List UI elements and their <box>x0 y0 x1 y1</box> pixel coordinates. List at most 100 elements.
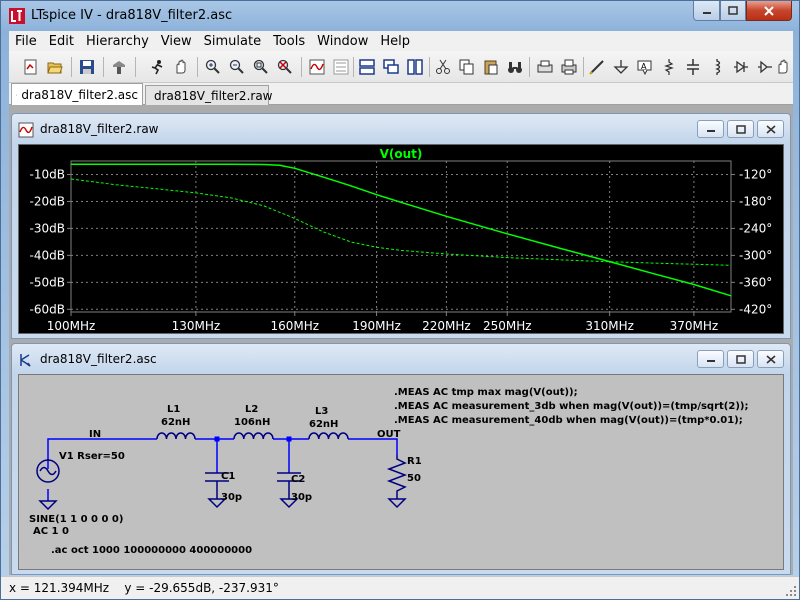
junction-dot <box>214 436 220 442</box>
x-tick-label: 100MHz <box>47 319 96 333</box>
zoom-fit-button[interactable] <box>251 56 271 78</box>
schematic-drawing: L1 62nH L2 106nH L3 62nH C1 30p C2 30p R… <box>29 387 748 556</box>
inductor-l3[interactable] <box>308 432 349 440</box>
zoom-in-button[interactable] <box>203 56 223 78</box>
zoom-fit-icon <box>253 59 268 74</box>
ground-button[interactable] <box>611 56 631 78</box>
diode-button[interactable] <box>731 56 751 78</box>
minimize-icon <box>706 130 715 132</box>
waveform-button[interactable] <box>307 56 327 78</box>
halt-button[interactable] <box>171 56 191 78</box>
plot-frame <box>70 160 732 313</box>
zoom-in-icon <box>205 59 220 74</box>
schematic-window-titlebar[interactable]: dra818V_filter2.asc <box>12 344 790 374</box>
y-right-tick-label: -180° <box>739 194 772 208</box>
y-right-tick-label: -240° <box>739 221 772 235</box>
run-button[interactable] <box>147 56 167 78</box>
ground-symbol <box>38 500 58 511</box>
y-left-tick-label: -20dB <box>30 194 65 208</box>
label-button[interactable]: A <box>635 56 655 78</box>
new-schematic-button[interactable] <box>21 56 41 78</box>
menu-edit[interactable]: Edit <box>43 34 80 49</box>
meas-directive-3[interactable]: .MEAS AC measurement_40db when mag(V(out… <box>394 415 743 426</box>
tile-horizontal-button[interactable] <box>357 56 377 78</box>
move-icon <box>778 59 788 74</box>
menu-hierarchy[interactable]: Hierarchy <box>80 34 155 49</box>
title-bar[interactable]: LTspice IV - dra818V_filter2.asc <box>1 1 799 31</box>
y-left-tick-label: -30dB <box>30 221 65 235</box>
y-right-tick-label: -360° <box>739 275 772 289</box>
tab-label: dra818V_filter2.raw <box>154 88 273 103</box>
trace-title: V(out) <box>380 147 423 161</box>
schematic-minimize-button[interactable] <box>697 350 724 368</box>
paste-icon <box>484 60 498 75</box>
maximize-icon <box>728 6 738 15</box>
move-button[interactable] <box>773 56 793 78</box>
waveform-close-button[interactable] <box>757 120 784 138</box>
menu-tools[interactable]: Tools <box>267 34 311 49</box>
c2-value: 30p <box>291 492 312 503</box>
draw-wire-button[interactable] <box>587 56 607 78</box>
cascade-button[interactable] <box>381 56 401 78</box>
find-icon <box>508 62 522 73</box>
schematic-window-title: dra818V_filter2.asc <box>40 352 157 366</box>
x-tick-label: 310MHz <box>585 319 634 333</box>
tab-waveform[interactable]: dra818V_filter2.raw <box>145 85 273 105</box>
waveform-plot[interactable]: 100MHz 130MHz 160MHz 190MHz 220MHz 250MHz 310M… <box>18 144 784 334</box>
resistor-button[interactable] <box>659 56 679 78</box>
close-button[interactable] <box>746 1 792 21</box>
plot-canvas: 100MHz 130MHz 160MHz 190MHz 220MHz 250MHz 310M… <box>30 147 773 333</box>
print-setup-icon <box>537 60 553 73</box>
resistor-r1[interactable] <box>386 455 408 499</box>
control-panel-button[interactable] <box>109 56 129 78</box>
zoom-cancel-button[interactable] <box>275 56 295 78</box>
inductor-button[interactable] <box>707 56 727 78</box>
v1-source-line1: SINE(1 1 0 0 0 0) <box>29 514 123 525</box>
save-button[interactable] <box>77 56 97 78</box>
inductor-l1[interactable] <box>156 432 196 440</box>
find-button[interactable] <box>505 56 525 78</box>
schematic-close-button[interactable] <box>757 350 784 368</box>
capacitor-button[interactable] <box>683 56 703 78</box>
copy-button[interactable] <box>457 56 477 78</box>
print-setup-button[interactable] <box>535 56 555 78</box>
component-button[interactable] <box>755 56 775 78</box>
l2-name: L2 <box>245 404 258 415</box>
close-icon <box>764 5 774 16</box>
sim-command[interactable]: .ac oct 1000 100000000 400000000 <box>51 545 252 556</box>
zoom-out-button[interactable] <box>227 56 247 78</box>
minimize-icon <box>702 11 711 14</box>
schematic-icon <box>16 93 18 96</box>
menu-window[interactable]: Window <box>311 34 374 49</box>
maximize-button[interactable] <box>720 1 746 21</box>
print-button[interactable] <box>559 56 579 78</box>
paste-button[interactable] <box>481 56 501 78</box>
minimize-button[interactable] <box>693 1 720 21</box>
r1-name: R1 <box>407 456 422 467</box>
menu-help[interactable]: Help <box>374 34 416 49</box>
resize-grip-icon[interactable] <box>785 585 797 597</box>
ltspice-logo-icon <box>9 8 25 24</box>
waveform-window-titlebar[interactable]: dra818V_filter2.raw <box>12 114 790 144</box>
waveform-maximize-button[interactable] <box>727 120 754 138</box>
waveform-minimize-button[interactable] <box>697 120 724 138</box>
y-left-tick-label: -60dB <box>30 302 65 316</box>
inductor-l2[interactable] <box>233 432 274 440</box>
l3-name: L3 <box>315 406 328 417</box>
tile-vertical-button[interactable] <box>405 56 425 78</box>
meas-directive-1[interactable]: .MEAS AC tmp max mag(V(out)); <box>394 387 578 398</box>
cut-button[interactable] <box>433 56 453 78</box>
tab-label: dra818V_filter2.asc <box>21 87 138 102</box>
menu-view[interactable]: View <box>155 34 198 49</box>
menu-simulate[interactable]: Simulate <box>198 34 267 49</box>
status-bar: x = 121.394MHz y = -29.655dB, -237.931° <box>1 576 799 599</box>
wire <box>348 438 398 455</box>
menu-file[interactable]: File <box>9 34 43 49</box>
schematic-maximize-button[interactable] <box>727 350 754 368</box>
meas-directive-2[interactable]: .MEAS AC measurement_3db when mag(V(out)… <box>394 401 748 412</box>
open-button[interactable] <box>45 56 65 78</box>
schematic-canvas[interactable]: L1 62nH L2 106nH L3 62nH C1 30p C2 30p R… <box>18 374 784 570</box>
x-tick-label: 160MHz <box>270 319 319 333</box>
dc-op-button[interactable] <box>331 56 351 78</box>
tab-schematic[interactable]: dra818V_filter2.asc <box>11 83 143 105</box>
